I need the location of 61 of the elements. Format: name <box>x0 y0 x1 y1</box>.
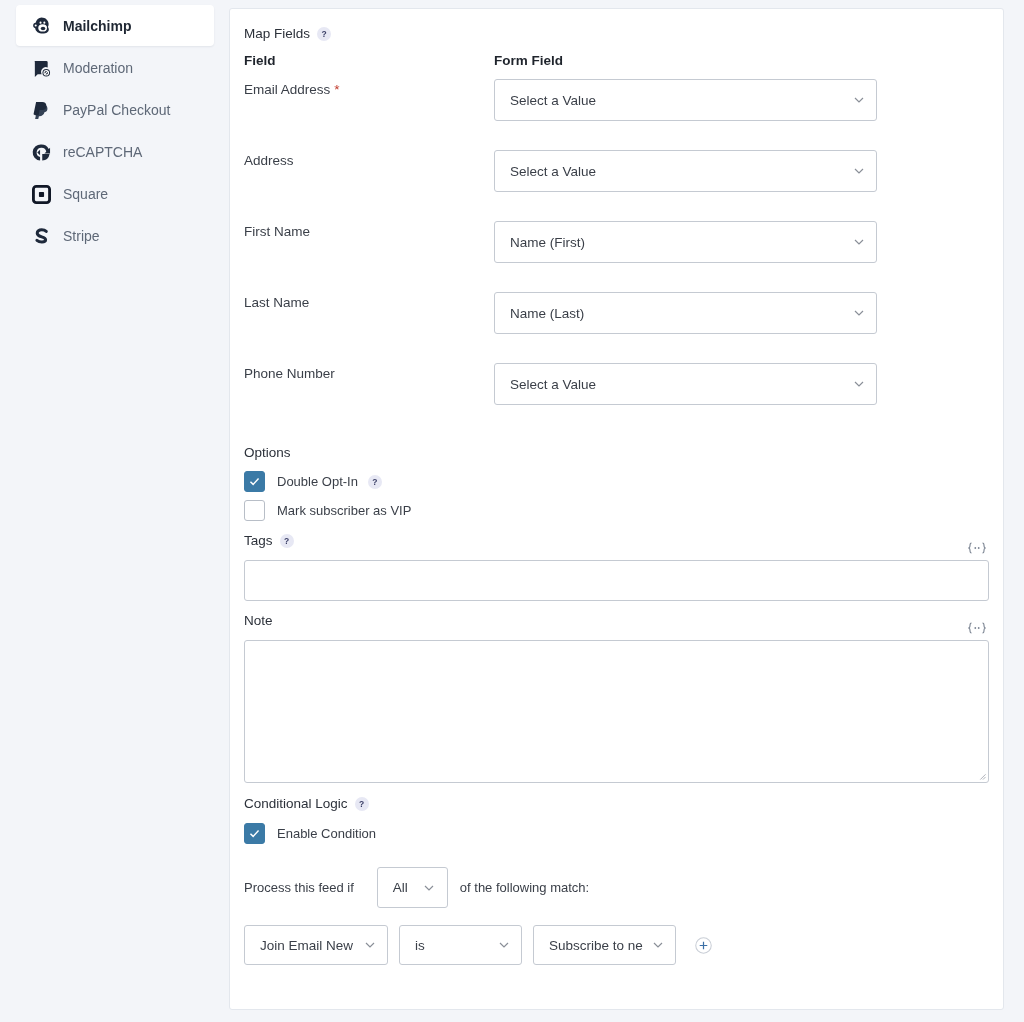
sidebar-item[interactable]: Square <box>16 173 214 215</box>
select-field[interactable]: Name (First) <box>494 221 877 263</box>
select-field[interactable]: Subscribe to ne <box>533 925 676 965</box>
field-label: Address <box>244 152 294 170</box>
select-field[interactable]: is <box>399 925 522 965</box>
add-circle-icon[interactable] <box>695 936 712 954</box>
checkmark-icon <box>249 829 260 838</box>
checkbox[interactable] <box>244 500 265 521</box>
chevron-down-icon <box>854 381 864 387</box>
column-header: Form Field <box>494 53 563 68</box>
select-field[interactable]: Select a Value <box>494 150 877 192</box>
checkbox-label: Enable Condition <box>277 826 377 841</box>
select-field[interactable]: Select a Value <box>494 79 877 121</box>
checkmark-icon <box>249 477 260 486</box>
s-logo-icon <box>32 226 51 246</box>
field-title: Tags <box>244 532 273 550</box>
select-field[interactable]: All <box>376 867 448 908</box>
help-badge[interactable]: ? <box>279 534 294 548</box>
chat-bubble-block-icon <box>32 58 51 78</box>
condition-text: Process this feed if <box>244 880 354 895</box>
field-title: Note <box>244 612 273 630</box>
section-title: Options <box>244 444 291 462</box>
sidebar-item[interactable]: PayPal Checkout <box>16 89 214 131</box>
resize-handle-icon[interactable] <box>979 773 986 780</box>
checkbox[interactable] <box>244 471 265 492</box>
chevron-down-icon <box>653 942 663 948</box>
sidebar-item[interactable]: Stripe <box>16 215 214 257</box>
field-label: Phone Number <box>244 365 335 383</box>
chevron-down-icon <box>854 97 864 103</box>
chevron-down-icon <box>499 942 509 948</box>
checkbox[interactable] <box>244 823 265 844</box>
checkbox-label: Double Opt-In <box>277 474 358 489</box>
chevron-down-icon <box>854 239 864 245</box>
column-header: Field <box>244 53 276 68</box>
chevron-down-icon <box>854 168 864 174</box>
square-in-square-icon <box>32 184 51 204</box>
checkbox-label: Mark subscriber as VIP <box>277 503 412 518</box>
sidebar-item[interactable]: reCAPTCHA <box>16 131 214 173</box>
help-badge[interactable]: ? <box>354 797 369 811</box>
field-label: Email Address <box>244 81 331 99</box>
merge-tag-icon[interactable] <box>967 542 987 554</box>
select-field[interactable]: Join Email New <box>244 925 388 965</box>
help-badge[interactable]: ? <box>367 474 382 489</box>
select-field[interactable]: Name (Last) <box>494 292 877 334</box>
tags-input[interactable] <box>244 560 989 601</box>
merge-tag-icon[interactable] <box>967 622 987 634</box>
circular-arrow-icon <box>32 142 51 162</box>
required-mark: * <box>334 81 340 99</box>
sidebar-item[interactable]: Moderation <box>16 47 214 89</box>
chevron-down-icon <box>423 884 434 891</box>
section-title: Conditional Logic <box>244 795 348 813</box>
condition-text: of the following match: <box>459 880 590 895</box>
chimp-head-icon <box>32 16 51 35</box>
field-label: First Name <box>244 223 310 241</box>
field-label: Last Name <box>244 294 310 312</box>
chevron-down-icon <box>365 942 375 948</box>
select-field[interactable]: Select a Value <box>494 363 877 405</box>
chevron-down-icon <box>854 310 864 316</box>
sidebar-item[interactable]: Mailchimp <box>16 5 214 46</box>
help-badge[interactable]: ? <box>317 27 332 41</box>
section-title: Map Fields <box>244 25 311 43</box>
